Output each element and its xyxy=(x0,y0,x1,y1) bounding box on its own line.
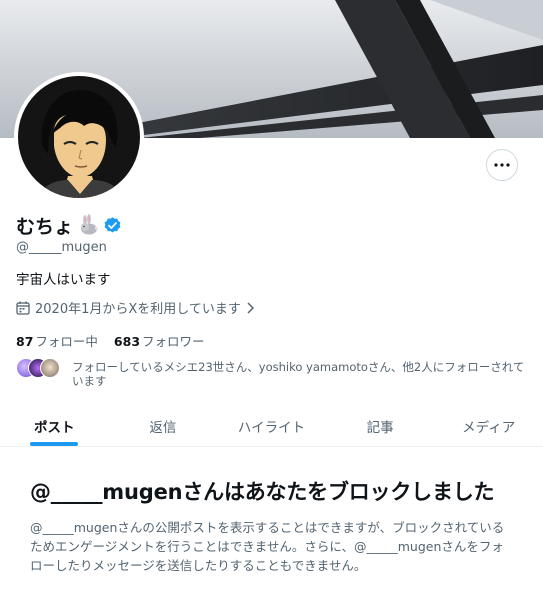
joined-date-text: 2020年1月からXを利用しています xyxy=(35,302,241,317)
following-count: 87 xyxy=(16,334,34,349)
blocked-notice: @_____mugenさんはあなたをブロックしました @_____mugenさん… xyxy=(30,478,516,575)
following-link[interactable]: 87 フォロー中 xyxy=(16,331,98,350)
followers-you-know[interactable]: フォローしているメシエ23世さん、yoshiko yamamotoさん、他2人に… xyxy=(16,358,526,388)
tab-label: ポスト xyxy=(34,419,75,436)
profile-bio: 宇宙人はいます xyxy=(16,272,111,288)
display-name-row: むちょ xyxy=(16,211,122,239)
followers-label: フォロワー xyxy=(142,334,205,349)
tab-media[interactable]: メディア xyxy=(434,405,543,446)
tab-replies[interactable]: 返信 xyxy=(109,405,218,446)
tab-highlights[interactable]: ハイライト xyxy=(217,405,326,446)
followers-count: 683 xyxy=(113,334,141,349)
more-horizontal-icon xyxy=(494,163,510,167)
tab-articles[interactable]: 記事 xyxy=(326,405,435,446)
tab-label: 記事 xyxy=(366,419,394,436)
profile-avatar[interactable] xyxy=(14,72,144,202)
active-tab-indicator xyxy=(30,442,79,446)
blocked-description: @_____mugenさんの公開ポストを表示することはできますが、ブロックされて… xyxy=(30,520,505,573)
profile-tabs: ポスト 返信 ハイライト 記事 メディア xyxy=(0,405,543,447)
profile-handle: @_____mugen xyxy=(16,240,107,255)
followers-you-know-text: フォローしているメシエ23世さん、yoshiko yamamotoさん、他2人に… xyxy=(72,360,525,388)
joined-date-row[interactable]: 2020年1月からXを利用しています xyxy=(16,298,254,317)
avatar xyxy=(40,358,60,378)
tab-label: 返信 xyxy=(149,419,177,436)
display-name: むちょ xyxy=(16,215,74,238)
tab-label: メディア xyxy=(462,419,516,436)
tab-posts[interactable]: ポスト xyxy=(0,405,109,446)
mutual-follower-avatars xyxy=(16,358,64,378)
verified-badge-icon[interactable] xyxy=(103,216,122,235)
more-options-button[interactable] xyxy=(486,149,518,181)
blocked-title: @_____mugenさんはあなたをブロックしました xyxy=(30,480,495,504)
tab-label: ハイライト xyxy=(237,419,306,436)
chevron-right-icon xyxy=(246,301,254,314)
calendar-icon xyxy=(16,301,30,315)
followers-link[interactable]: 683 フォロワー xyxy=(114,331,205,350)
follow-stats: 87 フォロー中 683 フォロワー xyxy=(16,331,205,350)
rabbit-emoji-icon xyxy=(77,214,99,236)
following-label: フォロー中 xyxy=(35,334,98,349)
